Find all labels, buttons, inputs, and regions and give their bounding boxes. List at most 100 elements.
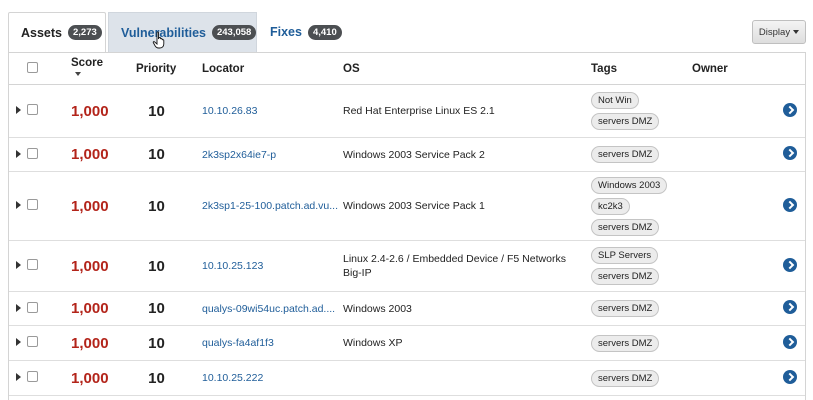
circle-chevron-right-icon[interactable] (783, 102, 797, 117)
circle-chevron-right-icon[interactable] (783, 257, 797, 272)
locator-link[interactable]: qualys-09wi54uc.patch.ad.... (202, 303, 335, 315)
tag-chip[interactable]: servers DMZ (591, 300, 660, 317)
tags-cell: servers DMZ (591, 291, 692, 326)
tags-cell: servers DMZ (591, 325, 692, 361)
tag-chip[interactable]: kc2k3 (591, 197, 630, 215)
locator-link[interactable]: 2k3sp1-25-100.patch.ad.vu... (202, 200, 338, 212)
score-value: 1,000 (49, 171, 131, 241)
priority-value: 10 (131, 84, 196, 138)
select-all-checkbox[interactable] (27, 61, 38, 73)
tag-chip[interactable]: servers DMZ (591, 146, 660, 163)
tab-assets-label: Assets (21, 25, 62, 40)
os-value: Windows 2003 Service Pack 1 (343, 171, 591, 241)
score-value: 1,000 (49, 137, 131, 172)
row-checkbox[interactable] (27, 147, 38, 159)
locator-link[interactable]: 2k3sp2x64ie7-p (202, 149, 276, 161)
tag-chip[interactable]: servers DMZ (591, 268, 660, 285)
caret-right-icon[interactable] (15, 106, 21, 114)
table-row[interactable]: 1,000 10 10.10.25.222 servers DMZ (9, 360, 805, 396)
tags-cell: servers DMZ (591, 360, 692, 396)
table-body: 1,000 10 10.10.26.83 Red Hat Enterprise … (9, 84, 805, 396)
os-value: Windows XP (343, 325, 591, 361)
tags-cell: servers DMZ (591, 137, 692, 172)
owner-value (692, 84, 756, 138)
circle-chevron-right-icon[interactable] (783, 369, 797, 384)
tag-chip[interactable]: servers DMZ (591, 113, 660, 130)
owner-value (692, 291, 756, 326)
circle-chevron-right-icon[interactable] (783, 334, 797, 349)
tags-column-header[interactable]: Tags (591, 53, 692, 85)
owner-value (692, 325, 756, 361)
priority-value: 10 (131, 137, 196, 172)
tab-assets[interactable]: Assets 2,273 (8, 12, 106, 52)
tab-bar: Assets 2,273 Vulnerabilities 243,058 Fix… (0, 0, 813, 52)
locator-link[interactable]: 10.10.26.83 (202, 105, 257, 117)
circle-chevron-right-icon[interactable] (783, 146, 797, 160)
tags-cell: Windows 2003 kc2k3 servers DMZ (591, 171, 692, 241)
locator-header-label: Locator (202, 62, 245, 75)
caret-right-icon[interactable] (15, 149, 21, 158)
priority-value: 10 (131, 291, 196, 326)
os-value: Windows 2003 (343, 291, 591, 326)
score-value: 1,000 (49, 240, 131, 292)
score-column-header[interactable]: Score (49, 53, 131, 85)
table-row[interactable]: 1,000 10 2k3sp1-25-100.patch.ad.vu... Wi… (9, 171, 805, 241)
tag-chip[interactable]: Windows 2003 (591, 176, 668, 194)
expand-column-header (9, 53, 27, 85)
owner-header-label: Owner (692, 62, 728, 75)
os-value (343, 360, 591, 396)
row-checkbox[interactable] (27, 371, 38, 382)
row-checkbox[interactable] (27, 104, 38, 115)
row-checkbox[interactable] (27, 259, 38, 270)
locator-link[interactable]: 10.10.25.123 (202, 260, 263, 272)
os-value: Windows 2003 Service Pack 2 (343, 137, 591, 172)
table-row[interactable]: 1,000 10 qualys-fa4af1f3 Windows XP serv… (9, 325, 805, 361)
tab-vulnerabilities-count-badge: 243,058 (211, 25, 257, 40)
assets-table: Score Priority Locator OS Tags Owner 1,0… (9, 53, 805, 396)
table-row[interactable]: 1,000 10 10.10.25.123 Linux 2.4-2.6 / Em… (9, 240, 805, 292)
priority-value: 10 (131, 240, 196, 292)
row-checkbox[interactable] (27, 199, 38, 210)
tag-chip[interactable]: servers DMZ (591, 369, 660, 387)
os-header-label: OS (343, 62, 360, 75)
actions-column-header (756, 53, 805, 85)
tags-cell: Not Win servers DMZ (591, 84, 692, 138)
tag-chip[interactable]: SLP Servers (591, 247, 659, 264)
table-row[interactable]: 1,000 10 10.10.26.83 Red Hat Enterprise … (9, 84, 805, 138)
owner-value (692, 360, 756, 396)
table-row[interactable]: 1,000 10 2k3sp2x64ie7-p Windows 2003 Ser… (9, 137, 805, 172)
tab-vulnerabilities[interactable]: Vulnerabilities 243,058 (108, 12, 257, 52)
tag-chip[interactable]: Not Win (591, 92, 639, 109)
caret-right-icon[interactable] (15, 373, 21, 381)
circle-chevron-right-icon[interactable] (783, 300, 797, 314)
caret-right-icon[interactable] (15, 201, 21, 209)
caret-right-icon[interactable] (15, 303, 21, 312)
sort-desc-icon[interactable] (75, 72, 81, 77)
row-checkbox[interactable] (27, 301, 38, 313)
tab-fixes[interactable]: Fixes 4,410 (258, 12, 358, 52)
os-column-header[interactable]: OS (343, 53, 591, 85)
tags-cell: SLP Servers servers DMZ (591, 240, 692, 292)
caret-right-icon[interactable] (15, 261, 21, 269)
priority-column-header[interactable]: Priority (131, 53, 196, 85)
tag-chip[interactable]: servers DMZ (591, 218, 660, 236)
table-header-row: Score Priority Locator OS Tags Owner (9, 53, 805, 85)
tag-chip[interactable]: servers DMZ (591, 334, 660, 352)
locator-link[interactable]: qualys-fa4af1f3 (202, 337, 274, 349)
caret-right-icon[interactable] (15, 338, 21, 346)
priority-value: 10 (131, 171, 196, 241)
display-button[interactable]: Display (752, 20, 806, 44)
tags-header-label: Tags (591, 62, 617, 75)
score-header-label: Score (71, 56, 103, 69)
tab-assets-count-badge: 2,273 (68, 25, 102, 40)
owner-column-header[interactable]: Owner (692, 53, 756, 85)
locator-column-header[interactable]: Locator (196, 53, 343, 85)
table-row[interactable]: 1,000 10 qualys-09wi54uc.patch.ad.... Wi… (9, 291, 805, 326)
owner-value (692, 171, 756, 241)
circle-chevron-right-icon[interactable] (783, 197, 797, 212)
priority-header-label: Priority (136, 62, 177, 75)
tab-fixes-count-badge: 4,410 (307, 24, 342, 40)
row-checkbox[interactable] (27, 336, 38, 347)
locator-link[interactable]: 10.10.25.222 (202, 372, 263, 384)
tab-fixes-label: Fixes (270, 25, 302, 39)
